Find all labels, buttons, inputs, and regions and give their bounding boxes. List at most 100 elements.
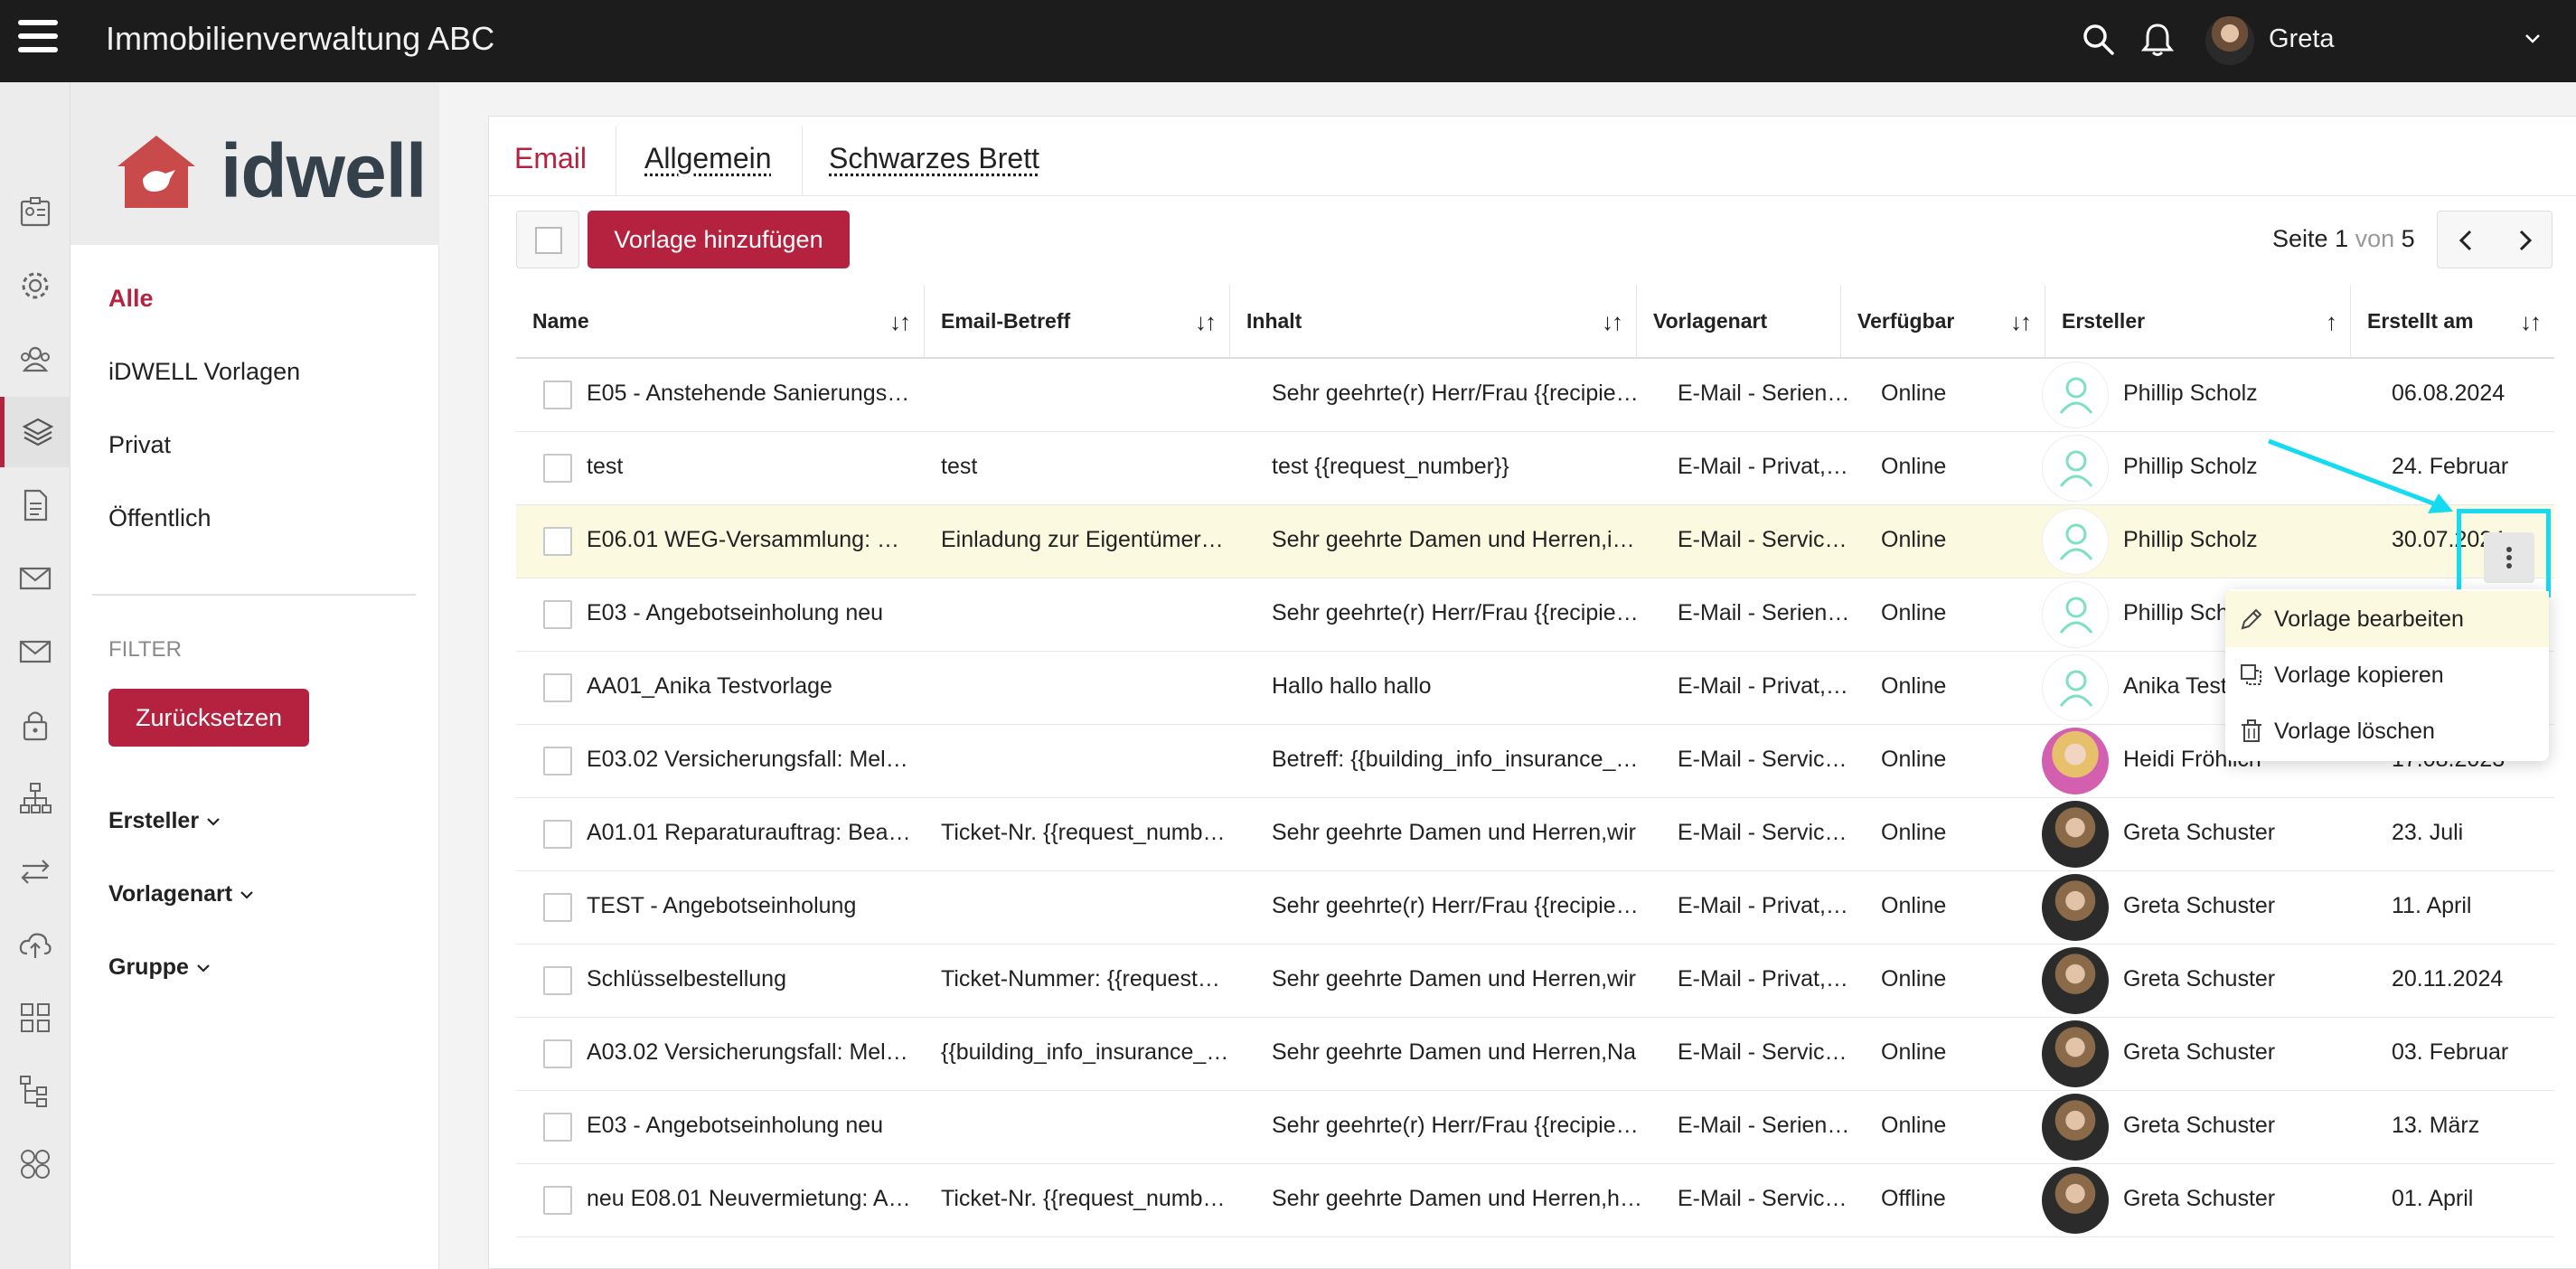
rail-contacts[interactable] [0,177,71,248]
circles-icon [21,1150,50,1179]
filter-group-label: Gruppe [108,954,189,980]
sidebar-item-alle[interactable]: Alle [108,285,154,313]
column-header-date[interactable]: Erstellt am ↓↑ [2351,285,2554,357]
cell-content: test {{request_number}} [1272,454,1509,479]
row-checkbox[interactable] [543,893,572,922]
row-checkbox[interactable] [543,527,572,556]
filter-gruppe[interactable]: Gruppe [108,954,212,981]
select-all-checkbox[interactable] [516,211,579,268]
column-header-name[interactable]: Name ↓↑ [516,285,925,357]
filter-vorlagenart[interactable]: Vorlagenart [108,881,256,907]
table-row[interactable]: test test test {{request_number}} E-Mail - … [516,432,2554,505]
sort-icon[interactable]: ↑ [2326,308,2337,336]
mail-icon [19,640,52,663]
next-page-button[interactable] [2496,212,2553,269]
reset-button[interactable]: Zurücksetzen [108,689,309,747]
column-header-content[interactable]: Inhalt ↓↑ [1230,285,1637,357]
column-header-subject[interactable]: Email-Betreff ↓↑ [925,285,1230,357]
row-checkbox[interactable] [543,966,572,995]
rail-circles[interactable] [0,1129,71,1199]
cell-name: A01.01 Reparaturauftrag: Beauftragung [587,820,912,845]
table-row[interactable]: neu E08.01 Neuvermietung: Anschreiben Tic… [516,1164,2554,1237]
cell-name: E03 - Angebotseinholung neu [587,1113,884,1138]
sidebar-item-privat[interactable]: Privat [108,431,171,459]
row-checkbox[interactable] [543,600,572,629]
menu-item-copy[interactable]: Vorlage kopieren [2225,647,2549,703]
sort-icon[interactable]: ↓↑ [1195,308,1217,336]
rail-org[interactable] [0,763,71,833]
menu-icon[interactable] [18,20,58,60]
row-checkbox[interactable] [543,820,572,849]
column-header-type[interactable]: Vorlagenart [1637,285,1841,357]
sort-icon[interactable]: ↓↑ [889,308,911,336]
mail-icon [19,567,52,590]
logo: idwell [71,82,439,245]
row-checkbox[interactable] [543,1186,572,1215]
table-row[interactable]: E03 - Angebotseinholung neu Sehr geehrte(… [516,1091,2554,1164]
column-header-available[interactable]: Verfügbar ↓↑ [1841,285,2045,357]
sort-icon[interactable]: ↓↑ [2010,308,2032,336]
table-row[interactable]: A03.02 Versicherungsfall: Meldung {{build… [516,1018,2554,1091]
chevron-left-icon [2458,230,2472,251]
chevron-down-icon[interactable] [2522,27,2543,49]
prev-page-button[interactable] [2438,212,2496,269]
filter-group-label: Vorlagenart [108,881,233,907]
tab-schwarzes-brett[interactable]: Schwarzes Brett [829,142,1039,175]
rail-settings[interactable] [0,250,71,321]
rail-users[interactable] [0,324,71,394]
rail-transfer[interactable] [0,836,71,907]
table-row[interactable]: TEST - Angebotseinholung Sehr geehrte(r) … [516,871,2554,945]
cell-creator: Greta Schuster [2123,1113,2276,1138]
rail-templates[interactable] [0,397,71,467]
sidebar-item-idwell-vorlagen[interactable]: iDWELL Vorlagen [108,358,300,386]
cell-type: E-Mail - Serviceanfrage [1678,1039,1854,1065]
filter-label: FILTER [108,637,182,662]
row-checkbox[interactable] [543,673,572,702]
row-checkbox[interactable] [543,747,572,776]
cell-type: E-Mail - Serviceanfrage [1678,1186,1854,1211]
table-row[interactable]: E06.01 WEG-Versammlung: Einladung Einladu… [516,505,2554,578]
row-checkbox[interactable] [543,454,572,483]
table-row[interactable]: E05 - Anstehende Sanierungsmaßnahmen Sehr… [516,359,2554,432]
filter-ersteller[interactable]: Ersteller [108,808,222,834]
tab-allgemein[interactable]: Allgemein [644,142,772,175]
cell-content: Betreff: {{building_info_insurance_compa… [1272,747,1647,772]
rail-tree[interactable] [0,1056,71,1126]
column-header-label: Erstellt am [2367,308,2474,333]
user-avatar[interactable] [2205,16,2254,65]
sort-icon[interactable]: ↓↑ [2520,308,2542,336]
table-row[interactable]: Schlüsselbestellung Ticket-Nummer: {{requ… [516,945,2554,1018]
row-checkbox[interactable] [543,381,572,409]
rail-dashboard[interactable] [0,982,71,1053]
copy-icon [2241,664,2261,685]
row-checkbox[interactable] [543,1113,572,1142]
row-checkbox[interactable] [543,1039,572,1068]
rail-mail-2[interactable] [0,616,71,687]
rail-upload[interactable] [0,909,71,980]
pager-of: von [2355,225,2395,252]
search-icon[interactable] [2081,22,2117,58]
column-header-creator[interactable]: Ersteller ↑ [2045,285,2351,357]
rail-security[interactable] [0,690,71,760]
table-row[interactable]: A01.01 Reparaturauftrag: Beauftragung Tic… [516,798,2554,871]
cell-date: 03. Februar [2392,1039,2509,1065]
rail-documents[interactable] [0,470,71,540]
column-header-label: Name [532,308,589,333]
menu-item-delete[interactable]: Vorlage löschen [2225,703,2549,759]
sidebar-item-oeffentlich[interactable]: Öffentlich [108,504,212,532]
bell-icon[interactable] [2139,22,2176,58]
column-header-label: Inhalt [1246,308,1302,333]
cell-type: E-Mail - Privat, Serienbrief [1678,454,1854,479]
tab-email[interactable]: Email [514,142,587,175]
cell-name: Schlüsselbestellung [587,966,786,992]
rail-mail[interactable] [0,543,71,614]
trash-icon [2242,719,2261,742]
sort-icon[interactable]: ↓↑ [1602,308,1623,336]
user-name[interactable]: Greta [2269,24,2335,54]
add-template-button[interactable]: Vorlage hinzufügen [588,211,850,268]
cell-content: Sehr geehrte(r) Herr/Frau {{recipient}} [1272,381,1647,406]
document-icon [24,489,48,522]
hierarchy-icon [20,783,52,813]
cell-available: Online [1881,600,1947,625]
menu-item-edit[interactable]: Vorlage bearbeiten [2225,591,2549,647]
